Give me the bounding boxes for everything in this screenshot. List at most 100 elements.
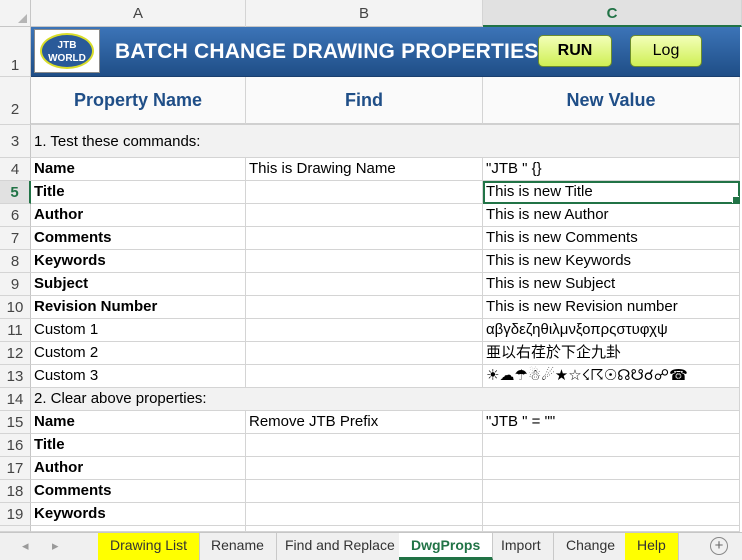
header-new-value[interactable]: New Value <box>483 77 740 125</box>
tab-scroll-right-icon[interactable]: ▸ <box>52 533 59 560</box>
cell-find[interactable] <box>246 319 483 342</box>
cell-new-value[interactable] <box>483 457 740 480</box>
tab-help[interactable]: Help <box>625 533 679 560</box>
column-header-bar: A B C <box>31 0 742 27</box>
cell-property[interactable]: Custom 2 <box>31 342 246 365</box>
column-header-a[interactable]: A <box>31 0 246 27</box>
row-number[interactable]: 16 <box>0 434 31 457</box>
cell-new-value[interactable]: "JTB " {} <box>483 158 740 181</box>
row-number[interactable]: 11 <box>0 319 31 342</box>
cell-new-value[interactable]: This is new Subject <box>483 273 740 296</box>
cell-property[interactable]: Subject <box>31 273 246 296</box>
row-number[interactable]: 10 <box>0 296 31 319</box>
row-4: 4 Name This is Drawing Name "JTB " {} <box>0 158 742 181</box>
tab-dwgprops[interactable]: DwgProps <box>399 533 494 560</box>
sheet-tab-bar: ◂ ▸ Drawing List Rename Find and Replace… <box>0 532 742 560</box>
cell-find[interactable] <box>246 457 483 480</box>
row-11: 11 Custom 1 αβγδεζηθιλμνξοπρςστυφχψ <box>0 319 742 342</box>
row-number[interactable]: 17 <box>0 457 31 480</box>
add-sheet-icon[interactable]: + <box>710 537 728 555</box>
cell-new-value[interactable] <box>483 480 740 503</box>
tab-change[interactable]: Change <box>554 533 629 560</box>
cell-find[interactable] <box>246 204 483 227</box>
row-number[interactable]: 14 <box>0 388 31 411</box>
cell-new-value[interactable]: 亜以右荏於下企九卦 <box>483 342 740 365</box>
cell-find[interactable] <box>246 273 483 296</box>
cell-property[interactable]: Custom 3 <box>31 365 246 388</box>
section-heading-clear[interactable]: 2. Clear above properties: <box>31 388 740 411</box>
active-cell[interactable]: This is new Title <box>483 181 740 204</box>
row-14: 14 2. Clear above properties: <box>0 388 742 411</box>
row-6: 6 Author This is new Author <box>0 204 742 227</box>
cell-find[interactable] <box>246 365 483 388</box>
logo-text-jtb: JTB <box>57 40 77 51</box>
cell-find[interactable]: This is Drawing Name <box>246 158 483 181</box>
tab-rename[interactable]: Rename <box>199 533 277 560</box>
section-heading-test[interactable]: 1. Test these commands: <box>31 125 740 158</box>
tab-find-and-replace[interactable]: Find and Replace <box>273 533 408 560</box>
cell-property[interactable]: Revision Number <box>31 296 246 319</box>
row-7: 7 Comments This is new Comments <box>0 227 742 250</box>
cell-property[interactable]: Comments <box>31 227 246 250</box>
cell-property[interactable]: Name <box>31 158 246 181</box>
cell-property[interactable]: Author <box>31 457 246 480</box>
cell-new-value[interactable]: αβγδεζηθιλμνξοπρςστυφχψ <box>483 319 740 342</box>
row-number[interactable]: 15 <box>0 411 31 434</box>
cell-find[interactable] <box>246 250 483 273</box>
row-1: 1 JTB WORLD BATCH CHANGE DRAWING PROPERT… <box>0 27 742 77</box>
cell-find[interactable] <box>246 227 483 250</box>
cell-new-value[interactable] <box>483 503 740 526</box>
cell-property[interactable]: Title <box>31 434 246 457</box>
run-button[interactable]: RUN <box>538 35 612 67</box>
row-number[interactable]: 12 <box>0 342 31 365</box>
cell-find[interactable] <box>246 296 483 319</box>
cell-new-value[interactable]: This is new Keywords <box>483 250 740 273</box>
tab-import[interactable]: Import <box>489 533 554 560</box>
cell-new-value[interactable]: This is new Revision number <box>483 296 740 319</box>
row-17: 17 Author <box>0 457 742 480</box>
row-number[interactable]: 2 <box>0 77 31 125</box>
row-16: 16 Title <box>0 434 742 457</box>
header-find[interactable]: Find <box>246 77 483 125</box>
cell-property[interactable]: Keywords <box>31 503 246 526</box>
row-number[interactable]: 7 <box>0 227 31 250</box>
cell-new-value[interactable]: "JTB " = "" <box>483 411 740 434</box>
header-property-name[interactable]: Property Name <box>31 77 246 125</box>
cell-find[interactable] <box>246 503 483 526</box>
cell-property[interactable]: Comments <box>31 480 246 503</box>
column-header-c[interactable]: C <box>483 0 742 27</box>
cell-property[interactable]: Author <box>31 204 246 227</box>
row-3: 3 1. Test these commands: <box>0 125 742 158</box>
tab-drawing-list[interactable]: Drawing List <box>98 533 201 560</box>
cell-find[interactable] <box>246 434 483 457</box>
row-13: 13 Custom 3 ☀☁☂☃☄★☆☇☈☉☊☋☌☍☎ <box>0 365 742 388</box>
cell-property[interactable]: Keywords <box>31 250 246 273</box>
row-10: 10 Revision Number This is new Revision … <box>0 296 742 319</box>
row-number[interactable]: 1 <box>0 27 31 77</box>
cell-find[interactable]: Remove JTB Prefix <box>246 411 483 434</box>
cell-new-value[interactable]: This is new Comments <box>483 227 740 250</box>
row-number[interactable]: 18 <box>0 480 31 503</box>
select-all-corner[interactable] <box>0 0 31 27</box>
cell-new-value[interactable]: This is new Author <box>483 204 740 227</box>
log-button[interactable]: Log <box>630 35 702 67</box>
cell-find[interactable] <box>246 480 483 503</box>
tab-scroll-left-icon[interactable]: ◂ <box>22 533 29 560</box>
cell-new-value[interactable] <box>483 434 740 457</box>
row-number[interactable]: 19 <box>0 503 31 526</box>
row-2: 2 Property Name Find New Value <box>0 77 742 125</box>
cell-find[interactable] <box>246 181 483 204</box>
cell-property[interactable]: Name <box>31 411 246 434</box>
row-number[interactable]: 9 <box>0 273 31 296</box>
cell-find[interactable] <box>246 342 483 365</box>
row-number[interactable]: 5 <box>0 181 31 204</box>
row-number[interactable]: 4 <box>0 158 31 181</box>
row-number[interactable]: 3 <box>0 125 31 158</box>
column-header-b[interactable]: B <box>246 0 483 27</box>
cell-property[interactable]: Title <box>31 181 246 204</box>
row-number[interactable]: 6 <box>0 204 31 227</box>
row-number[interactable]: 13 <box>0 365 31 388</box>
cell-property[interactable]: Custom 1 <box>31 319 246 342</box>
row-number[interactable]: 8 <box>0 250 31 273</box>
cell-new-value[interactable]: ☀☁☂☃☄★☆☇☈☉☊☋☌☍☎ <box>483 365 740 388</box>
